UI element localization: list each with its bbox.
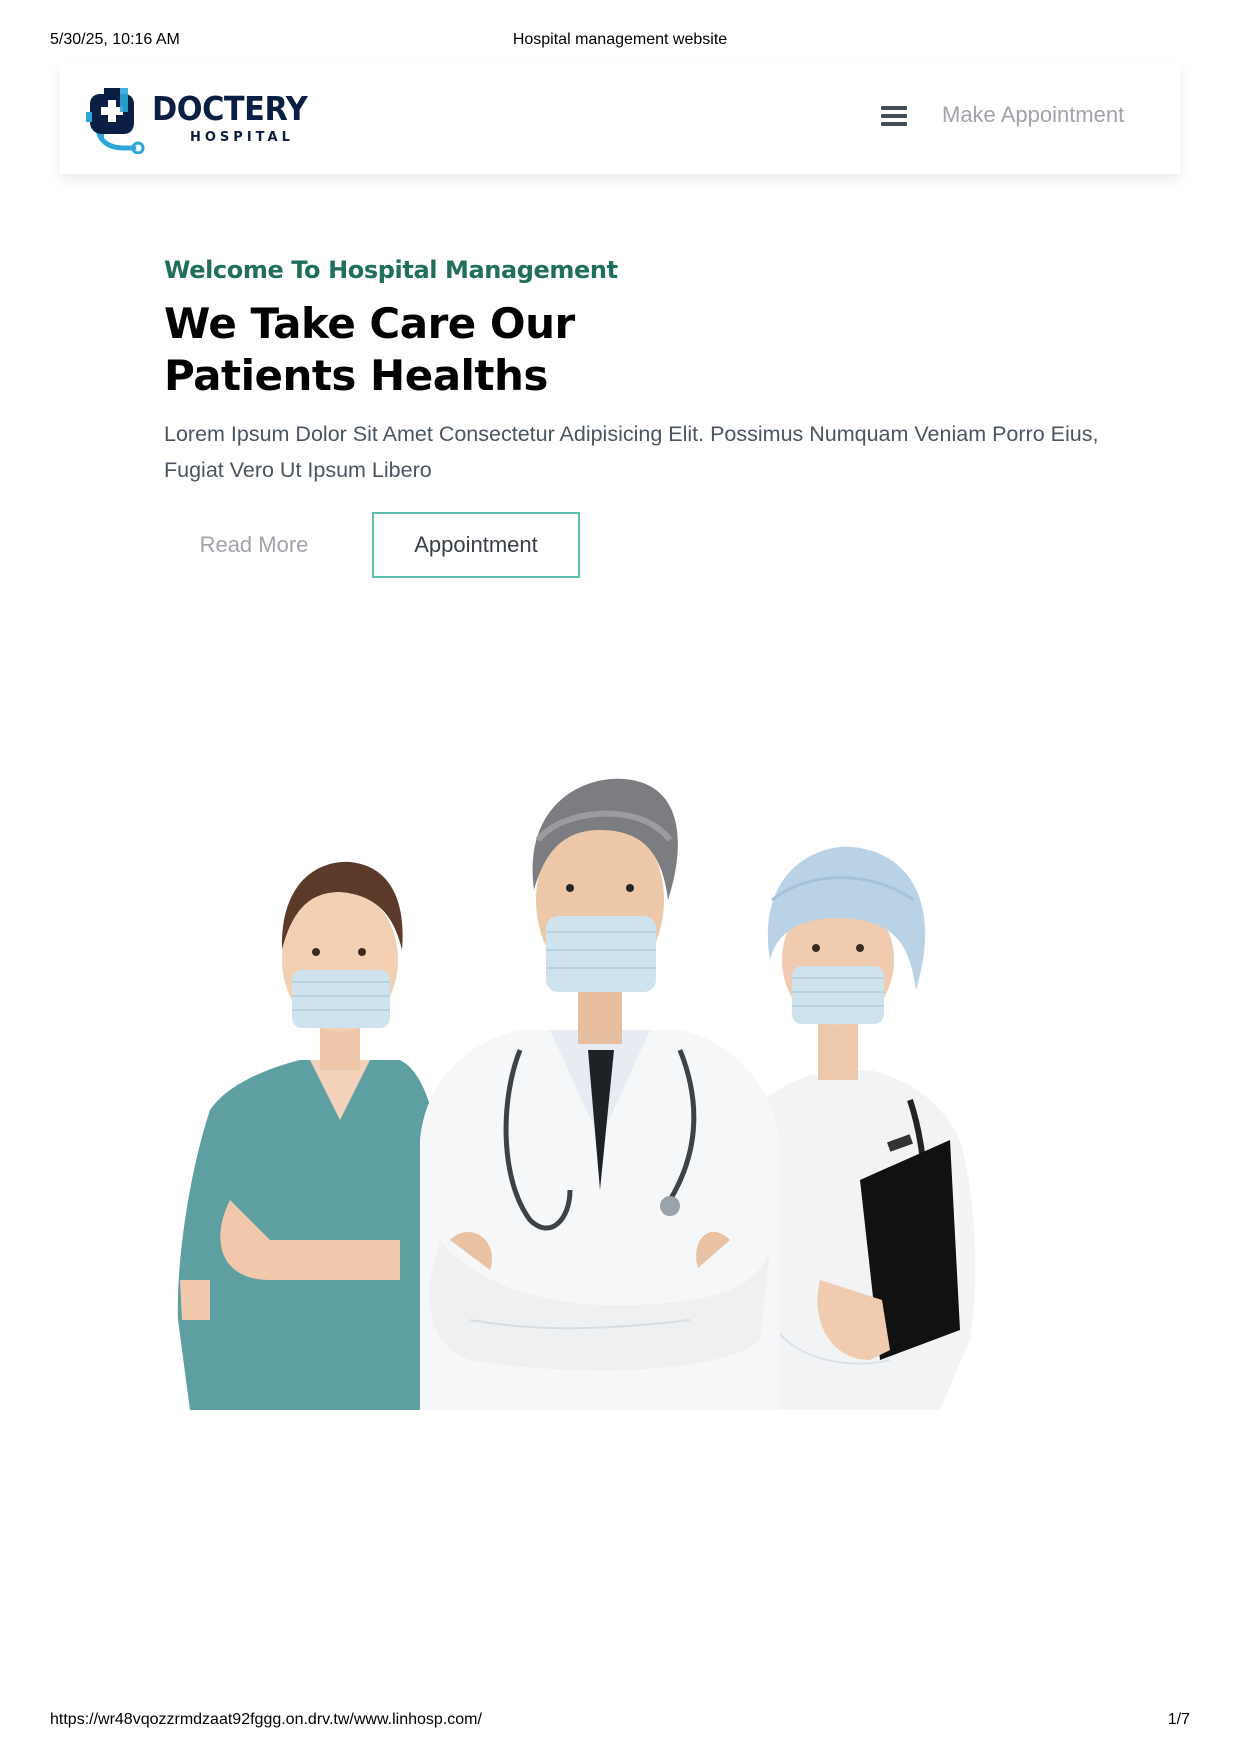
hero-button-row: Read More Appointment [164,512,764,578]
print-header: 5/30/25, 10:16 AM Hospital management we… [50,31,1190,55]
print-title: Hospital management website [512,31,728,48]
doctor-center-figure [420,778,780,1410]
hamburger-menu-icon[interactable] [878,98,912,132]
brand-subtitle: HOSPITAL [190,130,294,145]
brand-name: DOCTERY [152,89,308,128]
brand-logo-link[interactable]: DOCTERY HOSPITAL [84,82,324,154]
menu-bar [881,106,907,110]
hero-welcome-text: Welcome To Hospital Management [164,256,618,284]
make-appointment-link[interactable]: Make Appointment [942,102,1124,128]
print-footer: https://wr48vqozzrmdzaat92fggg.on.drv.tw… [50,1711,1190,1735]
hospital-logo-icon [86,88,145,154]
hero-headline-line1: We Take Care Our [164,299,575,348]
print-page-number: 1/7 [1167,1711,1190,1728]
appointment-button[interactable]: Appointment [372,512,580,578]
site-navbar: DOCTERY HOSPITAL Make Appointment [60,62,1180,174]
nurse-left-figure [177,861,440,1410]
hero-headline-line2: Patients Healths [164,351,548,400]
read-more-button[interactable]: Read More [164,512,344,578]
hero-section: Welcome To Hospital Management We Take C… [164,250,1124,578]
hero-description: Lorem Ipsum Dolor Sit Amet Consectetur A… [164,422,1099,482]
menu-bar [881,122,907,126]
hero-headline: We Take Care Our Patients Healths [164,298,724,402]
doctors-team-photo [177,778,976,1410]
print-url: https://wr48vqozzrmdzaat92fggg.on.drv.tw… [50,1711,482,1728]
menu-bar [881,114,907,118]
